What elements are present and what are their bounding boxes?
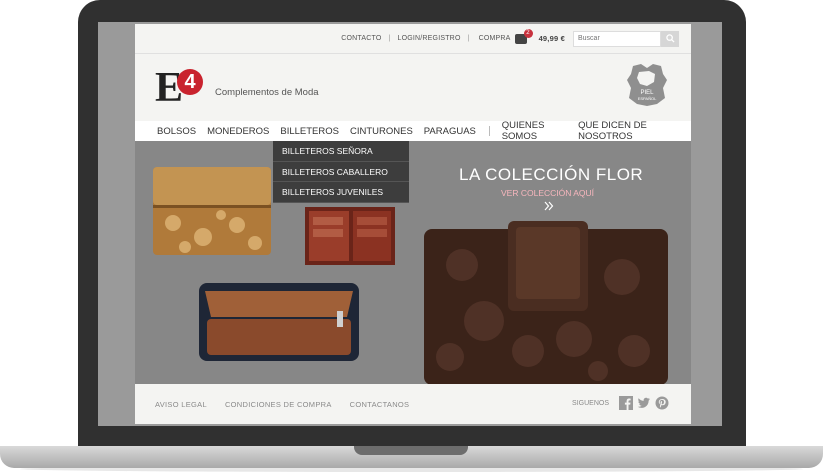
wallet-open-red-image xyxy=(305,207,395,265)
cart-total: 49,99 € xyxy=(538,34,565,43)
top-bar: CONTACTO | LOGIN/REGISTRO | COMPRA 2 49,… xyxy=(135,24,691,54)
billeteros-dropdown: BILLETEROS SEÑORA BILLETEROS CABALLERO B… xyxy=(273,141,409,203)
dropdown-item-senora[interactable]: BILLETEROS SEÑORA xyxy=(273,141,409,162)
nav-item-monederos[interactable]: MONEDEROS xyxy=(207,126,269,137)
search-icon xyxy=(665,34,675,43)
nav-item-que-dicen[interactable]: QUE DICEN DE NOSOTROS xyxy=(578,120,680,142)
footer-link-aviso-legal[interactable]: AVISO LEGAL xyxy=(155,400,207,409)
separator: | xyxy=(388,35,391,42)
nav-item-paraguas[interactable]: PARAGUAS xyxy=(424,126,476,137)
search-button[interactable] xyxy=(661,30,679,47)
login-link[interactable]: LOGIN/REGISTRO xyxy=(398,35,461,42)
site-logo[interactable]: E 4 Complementos de Moda xyxy=(155,67,319,109)
facebook-icon[interactable] xyxy=(619,396,633,410)
dropdown-item-juveniles[interactable]: BILLETEROS JUVENILES xyxy=(273,182,409,203)
logo-number: 4 xyxy=(177,69,204,95)
search-input[interactable] xyxy=(573,30,661,47)
site-tagline: Complementos de Moda xyxy=(215,86,319,98)
nav-item-billeteros[interactable]: BILLETEROS xyxy=(280,126,339,137)
separator: | xyxy=(467,35,470,42)
cart-label: COMPRA xyxy=(478,35,511,42)
search-box xyxy=(573,30,679,47)
wallet-flower-image xyxy=(424,221,668,385)
main-nav: BOLSOS MONEDEROS BILLETEROS CINTURONES P… xyxy=(135,120,691,142)
footer-link-condiciones[interactable]: CONDICIONES DE COMPRA xyxy=(225,400,332,409)
hero-title: LA COLECCIÓN FLOR xyxy=(459,165,644,184)
nav-item-quienes-somos[interactable]: QUIENES SOMOS xyxy=(502,120,567,142)
dropdown-item-caballero[interactable]: BILLETEROS CABALLERO xyxy=(273,162,409,182)
double-chevron-icon[interactable] xyxy=(544,201,554,211)
nav-separator xyxy=(488,126,490,136)
wallet-tan-image xyxy=(153,167,271,255)
social-links: SIGUENOS xyxy=(572,396,669,410)
nav-item-bolsos[interactable]: BOLSOS xyxy=(157,126,196,137)
cart-icon: 2 xyxy=(514,28,533,44)
cart-count-badge: 2 xyxy=(523,28,533,38)
badge-text-espanol: ESPAÑOL xyxy=(638,96,657,101)
web-page: CONTACTO | LOGIN/REGISTRO | COMPRA 2 49,… xyxy=(135,24,691,424)
wallet-long-image xyxy=(199,283,359,361)
cart-link[interactable]: COMPRA 2 xyxy=(478,28,533,44)
contact-link[interactable]: CONTACTO xyxy=(341,35,381,42)
site-footer: AVISO LEGAL CONDICIONES DE COMPRA CONTAC… xyxy=(135,384,691,424)
nav-item-cinturones[interactable]: CINTURONES xyxy=(350,126,413,137)
footer-link-contactanos[interactable]: CONTACTANOS xyxy=(350,400,410,409)
social-label: SIGUENOS xyxy=(572,399,609,407)
twitter-icon[interactable] xyxy=(637,396,651,410)
hero-banner[interactable]: LA COLECCIÓN FLOR VER COLECCIÓN AQUÍ xyxy=(135,141,691,385)
leather-badge-icon: PIEL ESPAÑOL xyxy=(627,64,667,106)
site-header: E 4 Complementos de Moda PIEL ESPAÑOL xyxy=(135,54,691,121)
hero-cta-link[interactable]: VER COLECCIÓN AQUÍ xyxy=(501,188,594,198)
pinterest-icon[interactable] xyxy=(655,396,669,410)
laptop-notch xyxy=(354,446,468,455)
